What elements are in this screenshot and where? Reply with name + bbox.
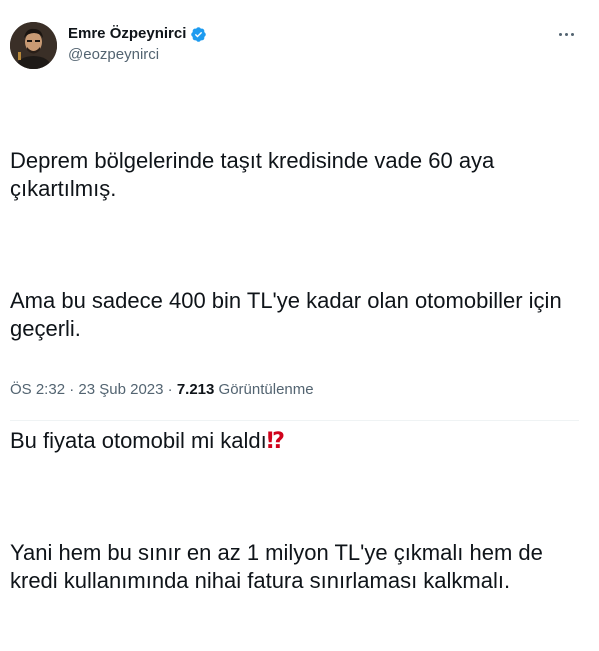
tweet-paragraph: Ama bu sadece 400 bin TL'ye kadar olan o… bbox=[10, 288, 568, 341]
verified-badge-icon bbox=[191, 26, 207, 42]
avatar[interactable] bbox=[10, 22, 57, 69]
separator: · bbox=[167, 381, 173, 398]
tweet-paragraph: Deprem bölgelerinde taşıt kredisinde vad… bbox=[10, 148, 501, 201]
views-link[interactable]: 7.213 Görüntülenme bbox=[177, 381, 314, 398]
author-row: Emre Özpeynirci bbox=[68, 25, 207, 43]
tweet-text: Deprem bölgelerinde taşıt kredisinde vad… bbox=[10, 91, 580, 651]
views-count: 7.213 bbox=[176, 381, 215, 398]
views-label: Görüntülenme bbox=[218, 381, 314, 398]
tweet-paragraph: Yani hem bu sınır en az 1 milyon TL'ye ç… bbox=[10, 540, 549, 593]
author-name[interactable]: Emre Özpeynirci bbox=[68, 25, 186, 43]
tweet-date: 23 Şub 2023 bbox=[78, 381, 164, 398]
tweet-meta: ÖS 2:32 · 23 Şub 2023 · 7.213 Görüntülen… bbox=[10, 381, 314, 399]
more-options-icon[interactable] bbox=[555, 24, 577, 44]
divider bbox=[10, 420, 579, 421]
tweet-card: Emre Özpeynirci @eozpeynirci Deprem bölg… bbox=[0, 0, 599, 593]
separator: · bbox=[69, 381, 75, 398]
timestamp-link[interactable]: ÖS 2:32 · 23 Şub 2023 bbox=[10, 381, 163, 398]
tweet-paragraph-text: Bu fiyata otomobil mi kaldı bbox=[10, 428, 267, 453]
tweet-paragraph: Bu fiyata otomobil mi kaldı⁉ bbox=[10, 427, 580, 455]
exclamation-question-mark-icon: ⁉ bbox=[266, 428, 285, 453]
tweet-time: ÖS 2:32 bbox=[10, 381, 66, 398]
author-handle[interactable]: @eozpeynirci bbox=[68, 46, 159, 64]
